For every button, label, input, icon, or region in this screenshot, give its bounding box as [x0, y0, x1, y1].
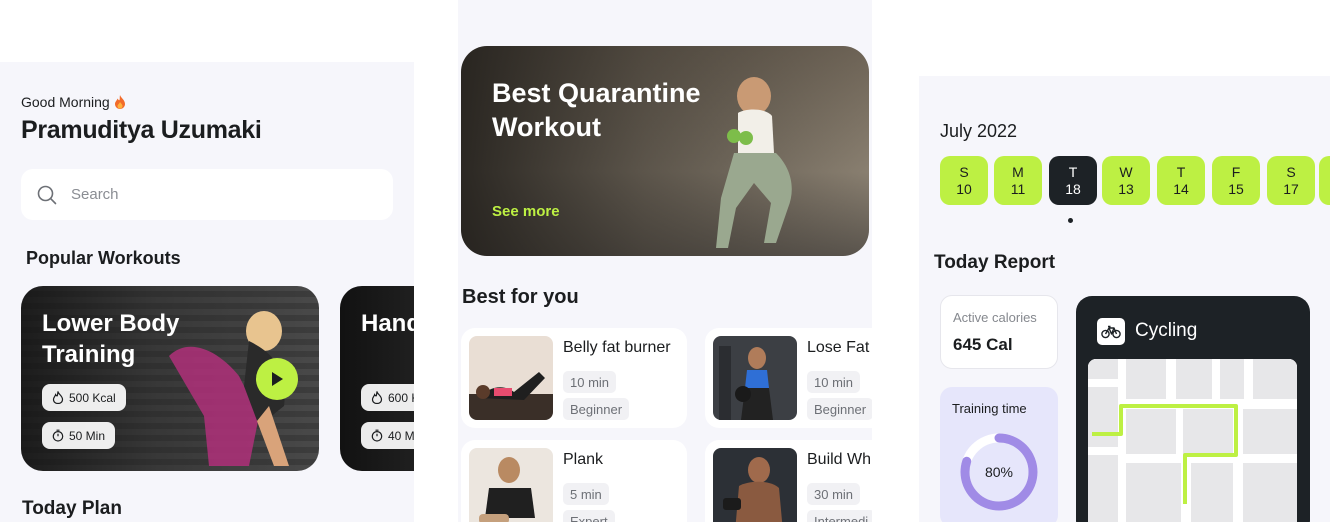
- search-input[interactable]: [71, 186, 351, 203]
- day-letter: T: [1176, 163, 1186, 180]
- duration-tag: 5 min: [563, 483, 609, 505]
- popular-workouts-title: Popular Workouts: [26, 248, 181, 268]
- workout-title: Hand Training: [361, 310, 414, 337]
- calories-text: 500 Kcal: [69, 390, 116, 405]
- day-number: 14: [1173, 180, 1189, 197]
- day-letter: S: [1286, 163, 1296, 180]
- greeting: Good Morning: [21, 94, 126, 110]
- day-chip-partial[interactable]: [1319, 156, 1330, 205]
- level-tag: Beginner: [563, 398, 630, 420]
- day-letter: M: [1012, 163, 1024, 180]
- day-chip[interactable]: T 14: [1157, 156, 1205, 205]
- flame-outline-icon: [52, 391, 64, 404]
- duration-tag: 30 min: [807, 483, 861, 505]
- day-letter: W: [1119, 163, 1133, 180]
- day-number: 11: [1010, 180, 1026, 197]
- calories-text: 600 Kcal: [388, 390, 414, 405]
- duration-tag: 10 min: [807, 371, 861, 393]
- workout-thumbnail: [713, 336, 797, 420]
- greeting-text: Good Morning: [21, 94, 110, 110]
- today-report-title: Today Report: [934, 252, 1056, 273]
- calories-chip: 500 Kcal: [42, 384, 126, 411]
- workout-thumbnail: [469, 336, 553, 420]
- stopwatch-icon: [52, 429, 64, 442]
- route-map[interactable]: [1088, 359, 1297, 522]
- workout-thumbnail: [713, 448, 797, 522]
- cycling-card[interactable]: Cycling: [1076, 296, 1310, 522]
- duration-text: 40 Min: [388, 428, 414, 443]
- day-letter: F: [1231, 163, 1241, 180]
- day-number: 13: [1118, 180, 1134, 197]
- day-chip[interactable]: S 10: [940, 156, 988, 205]
- report-screen: July 2022 S 10 M 11 T 18 W 13 T 14 F 15 …: [919, 76, 1330, 522]
- hero-title: Best Quarantine Workout: [492, 78, 701, 142]
- calories-chip: 600 Kcal: [361, 384, 414, 411]
- search-icon: [37, 185, 57, 204]
- best-card[interactable]: Plank 5 min Expert: [461, 440, 687, 522]
- training-time-label: Training time: [952, 401, 1027, 416]
- workout-title: Lower Body Training: [42, 310, 180, 368]
- month-label: July 2022: [940, 121, 1018, 141]
- active-calories-label: Active calories: [953, 310, 1037, 325]
- duration-text: 50 Min: [69, 428, 106, 443]
- today-plan-title: Today Plan: [22, 498, 122, 519]
- play-icon: [272, 372, 283, 386]
- active-calories-value: 645 Cal: [953, 335, 1013, 354]
- workout-name: Build Wh: [807, 451, 872, 468]
- user-name: Pramuditya Uzumaki: [21, 116, 262, 144]
- workout-thumbnail: [469, 448, 553, 522]
- level-tag: Expert: [563, 510, 615, 522]
- selected-day-indicator: [1068, 218, 1073, 223]
- see-more-link[interactable]: See more: [492, 203, 560, 220]
- best-card[interactable]: Build Wh 30 min Intermedi: [705, 440, 872, 522]
- day-letter: S: [959, 163, 969, 180]
- best-card[interactable]: Belly fat burner 10 min Beginner: [461, 328, 687, 428]
- workout-card-hand[interactable]: Hand Training 600 Kcal 40 Min: [340, 286, 414, 471]
- day-chip[interactable]: F 15: [1212, 156, 1260, 205]
- day-chip-selected[interactable]: T 18: [1049, 156, 1097, 205]
- workout-name: Belly fat burner: [563, 339, 671, 356]
- day-number: 18: [1065, 180, 1081, 197]
- active-calories-card[interactable]: Active calories 645 Cal: [940, 295, 1058, 369]
- level-tag: Beginner: [807, 398, 872, 420]
- flame-outline-icon: [371, 391, 383, 404]
- fire-icon: [114, 95, 125, 109]
- workout-name: Plank: [563, 451, 604, 468]
- training-percent: 80%: [984, 464, 1014, 480]
- play-button[interactable]: [256, 358, 298, 400]
- day-number: 17: [1283, 180, 1299, 197]
- day-chip[interactable]: S 17: [1267, 156, 1315, 205]
- discover-screen: Best Quarantine Workout See more Best fo…: [458, 0, 872, 522]
- search-bar[interactable]: [21, 169, 393, 220]
- day-letter: T: [1068, 163, 1078, 180]
- stopwatch-icon: [371, 429, 383, 442]
- home-screen: Good Morning Pramuditya Uzumaki Popular …: [0, 62, 414, 522]
- bicycle-icon: [1097, 318, 1125, 345]
- workout-name: Lose Fat: [807, 339, 870, 356]
- best-for-you-title: Best for you: [462, 286, 579, 308]
- day-number: 10: [956, 180, 972, 197]
- duration-tag: 10 min: [563, 371, 617, 393]
- hero-banner[interactable]: Best Quarantine Workout See more: [461, 46, 869, 256]
- cycling-title: Cycling: [1135, 320, 1198, 341]
- training-time-card[interactable]: Training time 80%: [940, 387, 1058, 522]
- day-number: 15: [1228, 180, 1244, 197]
- level-tag: Intermedi: [807, 510, 872, 522]
- workout-card-lower-body[interactable]: Lower Body Training 500 Kcal 50 Min: [21, 286, 319, 471]
- duration-chip: 40 Min: [361, 422, 414, 449]
- best-card[interactable]: Lose Fat 10 min Beginner: [705, 328, 872, 428]
- day-chip[interactable]: W 13: [1102, 156, 1150, 205]
- duration-chip: 50 Min: [42, 422, 116, 449]
- day-chip[interactable]: M 11: [994, 156, 1042, 205]
